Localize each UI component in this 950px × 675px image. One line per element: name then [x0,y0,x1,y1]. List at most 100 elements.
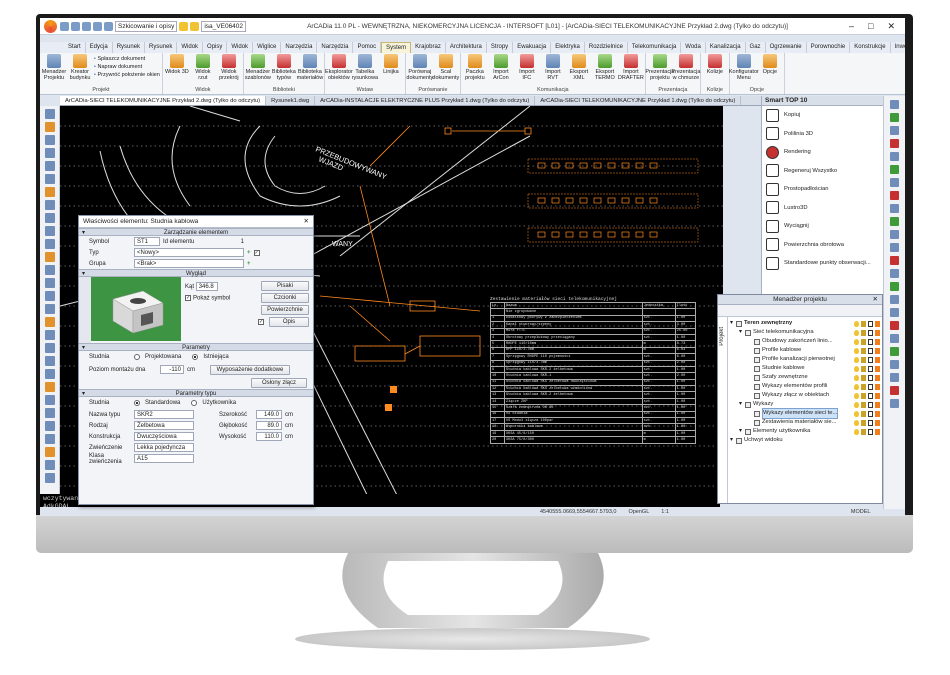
flag-icon[interactable] [868,356,873,363]
tree-item[interactable]: Wykazy złącz w obiektach [728,391,882,400]
flag-icon[interactable] [875,329,880,336]
smart-item[interactable]: Regeneruj Wszystko [762,162,883,181]
draw-tool-icon[interactable] [45,135,55,145]
flag-icon[interactable] [875,383,880,390]
sun-icon[interactable] [190,21,200,31]
ribbon-button[interactable]: Scal dokumenty [432,54,459,87]
width-input[interactable]: 149.0 [256,410,282,419]
lid-class-select[interactable]: A15 [134,454,194,463]
tool-icon[interactable] [890,269,899,278]
maximize-icon[interactable]: □ [868,21,873,32]
ribbon-list-item[interactable]: Napraw dokument [94,64,160,70]
draw-tool-icon[interactable] [45,473,55,483]
flag-icon[interactable] [861,329,866,336]
flag-icon[interactable] [854,320,859,327]
add-group-icon[interactable]: + [247,261,251,267]
height-input[interactable]: 110.0 [256,432,282,441]
fonts-button[interactable]: Czcionki [261,293,309,303]
ribbon-button[interactable]: Widok 3D [165,54,189,87]
ribbon-button[interactable]: Import RVT [541,54,565,87]
ribbon-button[interactable]: Paczka projektu [463,54,487,87]
draw-tool-icon[interactable] [45,239,55,249]
flag-icon[interactable] [875,419,880,426]
covers-button[interactable]: Osłony złącz [251,377,307,388]
flag-icon[interactable] [875,410,880,417]
ribbon-button[interactable]: Linijka [379,54,403,87]
tool-icon[interactable] [890,100,899,109]
ribbon-button[interactable]: Biblioteka materiałów [297,54,323,87]
draw-tool-icon[interactable] [45,447,55,457]
tab-12[interactable]: Krajobraz [411,42,446,53]
ribbon-button[interactable]: Kolizje [703,54,727,87]
show-symbol-checkbox[interactable]: ✓ [185,294,191,301]
layer-select[interactable]: isa_VE06402 [201,20,247,32]
well-user-radio[interactable] [191,400,198,406]
flag-icon[interactable] [868,365,873,372]
tab-7[interactable]: Wiglice [253,42,282,53]
ribbon-button[interactable]: Konfigurator Menu [729,54,759,87]
draw-tool-icon[interactable] [45,200,55,210]
tool-icon[interactable] [890,230,899,239]
tool-icon[interactable] [890,178,899,187]
flag-icon[interactable] [868,374,873,381]
draw-tool-icon[interactable] [45,161,55,171]
draw-tool-icon[interactable] [45,148,55,158]
flag-icon[interactable] [854,383,859,390]
tree-item[interactable]: Profile kanalizacji pierwotnej [728,355,882,364]
type-name-select[interactable]: SKR2 [134,410,194,419]
tab-16[interactable]: Elektryka [551,42,585,53]
tool-icon[interactable] [890,139,899,148]
smart-item[interactable]: Lustro3D [762,199,883,218]
draw-tool-icon[interactable] [45,226,55,236]
ribbon-button[interactable]: Porównaj dokumenty [406,54,433,87]
draw-tool-icon[interactable] [45,213,55,223]
draw-tool-icon[interactable] [45,252,55,262]
ribbon-button[interactable]: Import DRAFTER [618,54,644,87]
flag-icon[interactable] [861,320,866,327]
tree-item[interactable]: ▾ Teren zewnętrzny [728,319,882,328]
draw-tool-icon[interactable] [45,460,55,470]
ribbon-button[interactable]: Import ArCon [489,54,513,87]
draw-tool-icon[interactable] [45,187,55,197]
tab-9[interactable]: Narzędzia x [317,42,354,61]
description-button[interactable]: Opis [269,317,309,327]
flag-icon[interactable] [861,365,866,372]
ribbon-button[interactable]: Prezentacja projektu [645,54,674,87]
ribbon-list-item[interactable]: Spłaszcz dokument [94,56,160,62]
flag-icon[interactable] [861,428,866,435]
tab-20[interactable]: Kanalizacja [706,42,746,53]
app-logo[interactable] [40,18,60,35]
project-side-tab[interactable]: Projekt [719,327,725,346]
tool-icon[interactable] [890,360,899,369]
draw-tool-icon[interactable] [45,434,55,444]
flag-icon[interactable] [854,392,859,399]
flag-icon[interactable] [875,356,880,363]
tab-22[interactable]: Ogrzewanie [766,42,807,53]
flag-icon[interactable] [875,401,880,408]
tab-24[interactable]: Konstrukcje [850,42,891,53]
group-select[interactable]: <Brak> [134,259,244,268]
flag-icon[interactable] [854,401,859,408]
tab-25[interactable]: Inwentaryzacja [891,42,905,53]
lid-select[interactable]: Lekka pojedyncza [134,443,194,452]
ribbon-list-item[interactable]: Przywróć położenie okien [94,72,159,78]
tab-18[interactable]: Telekomunikacja [628,42,682,53]
flag-icon[interactable] [854,347,859,354]
draw-tool-icon[interactable] [45,369,55,379]
tree-item[interactable]: Zestawienia materiałów sie... [728,418,882,427]
view-toggle-strip[interactable] [79,277,91,343]
flag-icon[interactable] [875,374,880,381]
ribbon-button[interactable]: Kreator budynku [68,54,92,87]
draw-tool-icon[interactable] [45,291,55,301]
flag-icon[interactable] [868,401,873,408]
draw-tool-icon[interactable] [45,122,55,132]
well-standard-radio[interactable] [134,400,140,406]
flag-icon[interactable] [875,428,880,435]
flag-icon[interactable] [854,410,859,417]
tab-15[interactable]: Ewakuacja [513,42,552,53]
ribbon-button[interactable]: Biblioteka typów [272,54,296,87]
tab-13[interactable]: Architektura [446,42,487,53]
undo-icon[interactable] [93,21,102,31]
pens-button[interactable]: Pisaki [261,281,309,291]
project-manager-close-icon[interactable]: ✕ [873,295,878,305]
